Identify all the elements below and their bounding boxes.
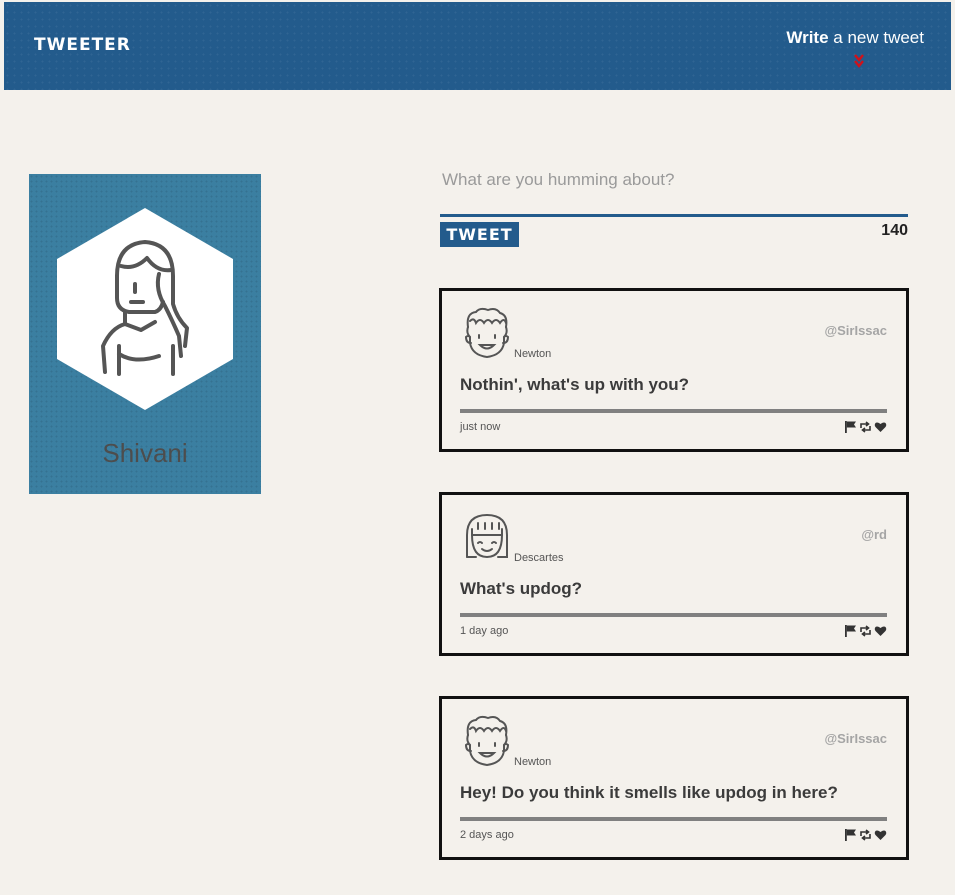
- curly-hair-man-avatar-icon: [464, 307, 510, 359]
- compose-box: [440, 164, 908, 217]
- tweet-content: What's updog?: [460, 579, 583, 598]
- flag-icon[interactable]: [844, 827, 857, 841]
- compose-toggle-bold: Write: [786, 28, 829, 47]
- app-logo[interactable]: TWEETER: [34, 35, 131, 55]
- profile-card: Shivani: [29, 174, 261, 494]
- curly-hair-man-avatar-icon: [464, 715, 510, 767]
- tweet-author-name: Newton: [514, 348, 552, 360]
- bob-hair-girl-avatar-icon: [466, 513, 508, 559]
- heart-icon[interactable]: [874, 419, 887, 433]
- heart-icon[interactable]: [874, 827, 887, 841]
- tweet-actions: [844, 419, 887, 433]
- tweet-divider: [460, 817, 887, 821]
- tweet-content: Hey! Do you think it smells like updog i…: [460, 783, 838, 802]
- retweet-icon[interactable]: [859, 827, 872, 841]
- tweet-author-name: Descartes: [514, 552, 564, 564]
- tweet-input[interactable]: [440, 164, 908, 214]
- tweet-card: Descartes @rd What's updog? 1 day ago: [439, 492, 909, 656]
- tweet-card: Newton @SirIssac Nothin', what's up with…: [439, 288, 909, 452]
- profile-avatar: [57, 208, 233, 410]
- profile-name: Shivani: [102, 438, 188, 468]
- flag-icon[interactable]: [844, 623, 857, 637]
- tweet-author-handle[interactable]: @rd: [861, 527, 887, 542]
- compose-toggle-text: a new tweet: [828, 28, 924, 47]
- tweet-timestamp: 2 days ago: [460, 829, 514, 841]
- tweet-actions: [844, 623, 887, 637]
- tweet-timestamp: 1 day ago: [460, 625, 509, 637]
- tweet-author-name: Newton: [514, 756, 552, 768]
- tweet-actions: [844, 827, 887, 841]
- retweet-icon[interactable]: [859, 419, 872, 433]
- navbar: TWEETER Write a new tweet: [4, 2, 951, 90]
- tweet-card: Newton @SirIssac Hey! Do you think it sm…: [439, 696, 909, 860]
- tweet-author-handle[interactable]: @SirIssac: [824, 323, 887, 338]
- char-counter: 140: [881, 222, 908, 239]
- compose-toggle-button[interactable]: Write a new tweet: [786, 28, 924, 48]
- tweet-button[interactable]: TWEET: [440, 222, 519, 247]
- retweet-icon[interactable]: [859, 623, 872, 637]
- tweet-author-handle[interactable]: @SirIssac: [824, 731, 887, 746]
- flag-icon[interactable]: [844, 419, 857, 433]
- tweet-content: Nothin', what's up with you?: [460, 375, 690, 394]
- tweet-divider: [460, 409, 887, 413]
- double-chevron-down-icon[interactable]: [854, 54, 864, 68]
- tweet-divider: [460, 613, 887, 617]
- heart-icon[interactable]: [874, 623, 887, 637]
- tweet-timestamp: just now: [460, 421, 501, 433]
